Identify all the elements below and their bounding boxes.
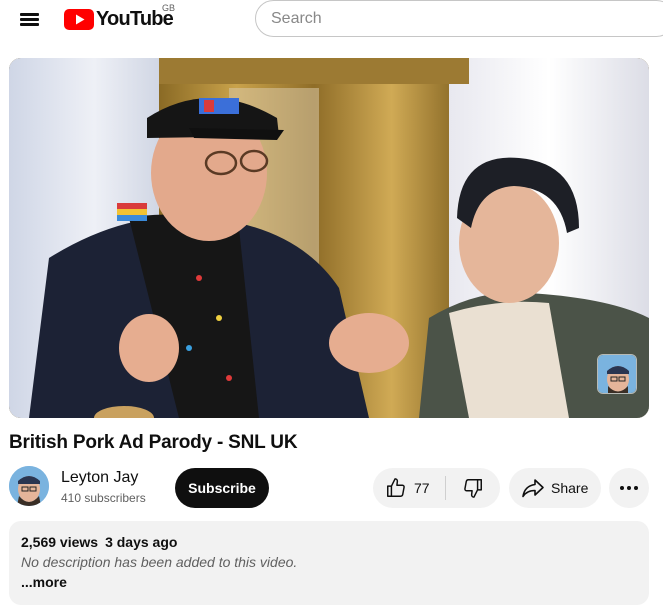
upload-date: 3 days ago xyxy=(105,534,178,550)
channel-watermark[interactable] xyxy=(597,354,637,394)
avatar-icon xyxy=(9,466,49,506)
dislike-button[interactable] xyxy=(446,468,500,508)
masthead: YouTube GB xyxy=(0,0,663,40)
view-count: 2,569 views xyxy=(21,534,99,550)
like-count: 77 xyxy=(414,480,430,496)
like-button[interactable]: 77 xyxy=(373,468,445,508)
channel-name[interactable]: Leyton Jay xyxy=(61,469,138,487)
youtube-logo[interactable]: YouTube xyxy=(64,8,174,30)
description-meta: 2,569 views 3 days ago xyxy=(21,534,637,550)
share-label: Share xyxy=(551,480,589,496)
subscribe-button[interactable]: Subscribe xyxy=(175,468,269,508)
menu-button[interactable] xyxy=(12,6,46,32)
video-player[interactable] xyxy=(9,58,649,418)
search-box[interactable] xyxy=(255,0,663,37)
share-icon xyxy=(522,479,544,498)
video-frame xyxy=(9,58,649,418)
subscriber-count: 410 subscribers xyxy=(61,491,146,505)
thumbs-up-icon xyxy=(387,478,405,497)
youtube-logo-icon xyxy=(64,8,94,30)
description-text: No description has been added to this vi… xyxy=(21,554,298,570)
menu-icon xyxy=(20,13,39,16)
more-actions-button[interactable] xyxy=(609,468,649,508)
like-dislike-group: 77 xyxy=(373,468,500,508)
description-box[interactable]: 2,569 views 3 days ago No description has… xyxy=(9,521,649,605)
channel-avatar[interactable] xyxy=(9,466,49,506)
show-more-button[interactable]: ...more xyxy=(21,574,67,590)
more-icon xyxy=(620,486,624,490)
search-input[interactable] xyxy=(271,9,651,29)
share-button[interactable]: Share xyxy=(509,468,601,508)
thumbs-down-icon xyxy=(464,479,482,498)
region-code: GB xyxy=(162,3,176,13)
watermark-avatar-icon xyxy=(598,355,636,393)
video-title: British Pork Ad Parody - SNL UK xyxy=(9,432,298,453)
